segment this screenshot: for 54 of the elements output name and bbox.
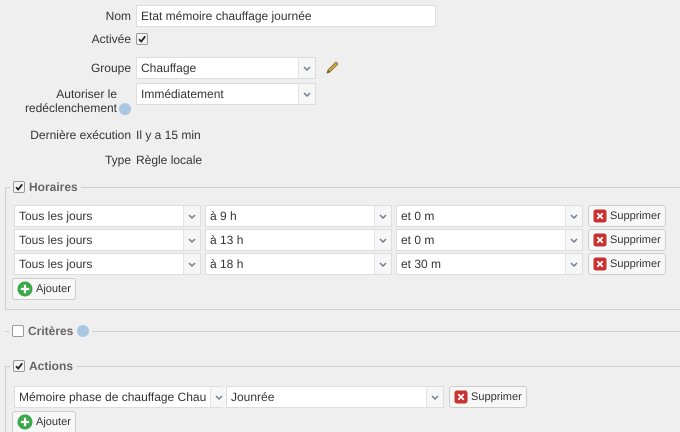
field-label: Activée (92, 32, 131, 46)
delete-button[interactable]: Supprimer (588, 205, 666, 227)
caret-icon (215, 394, 224, 400)
section-checkbox[interactable] (12, 325, 24, 337)
field-label: Type (104, 153, 131, 167)
dropdown[interactable]: Jounrée (226, 386, 444, 408)
caret-icon (188, 262, 196, 266)
delete-button[interactable]: Supprimer (449, 386, 527, 408)
caret-icon (570, 238, 578, 242)
add-icon (17, 414, 33, 430)
add-button[interactable]: Ajouter (12, 278, 76, 300)
delete-button[interactable]: Supprimer (588, 253, 666, 275)
add-icon (17, 281, 33, 297)
dropdown[interactable]: et 0 m (396, 205, 583, 227)
section-title: Horaires (29, 180, 78, 194)
dropdown[interactable]: à 9 h (205, 205, 392, 227)
checkbox[interactable] (136, 33, 148, 45)
dropdown[interactable]: Chauffage (136, 57, 316, 79)
caret-icon (570, 262, 578, 266)
dropdown[interactable]: Tous les jours (14, 229, 201, 251)
field-label: Dernière exécution (30, 128, 131, 142)
field-label: Groupe (90, 61, 131, 75)
dropdown[interactable]: Tous les jours (14, 253, 201, 275)
section-title: Critères (28, 324, 74, 338)
section-checkbox[interactable] (13, 360, 25, 372)
pencil-icon[interactable] (324, 60, 340, 76)
caret-icon (379, 214, 387, 218)
dropdown[interactable]: et 0 m (396, 229, 583, 251)
dropdown[interactable]: Tous les jours (14, 205, 201, 227)
caret-icon (188, 214, 196, 218)
caret-icon (303, 66, 311, 70)
name-input[interactable]: Etat mémoire chauffage journée (136, 5, 436, 27)
caret-icon (303, 92, 311, 96)
field-value: Règle locale (136, 152, 202, 169)
dropdown[interactable]: à 18 h (205, 253, 392, 275)
dropdown[interactable]: à 13 h (205, 229, 392, 251)
caret-icon (431, 394, 439, 400)
add-button[interactable]: Ajouter (12, 411, 76, 432)
section-title: Actions (29, 359, 74, 373)
delete-icon (593, 209, 607, 223)
delete-icon (454, 390, 468, 404)
field-label: Autoriser le redéclenchement (24, 87, 117, 115)
delete-button[interactable]: Supprimer (588, 229, 666, 251)
field-label: Nom (106, 9, 131, 23)
dropdown[interactable]: Immédiatement (136, 83, 316, 105)
caret-icon (379, 262, 387, 266)
caret-icon (379, 238, 387, 242)
caret-icon (570, 214, 578, 218)
dropdown[interactable]: et 30 m (396, 253, 583, 275)
caret-icon (188, 238, 196, 242)
delete-icon (593, 233, 607, 247)
section-checkbox[interactable] (13, 181, 25, 193)
delete-icon (593, 257, 607, 271)
field-value: Il y a 15 min (136, 127, 201, 144)
